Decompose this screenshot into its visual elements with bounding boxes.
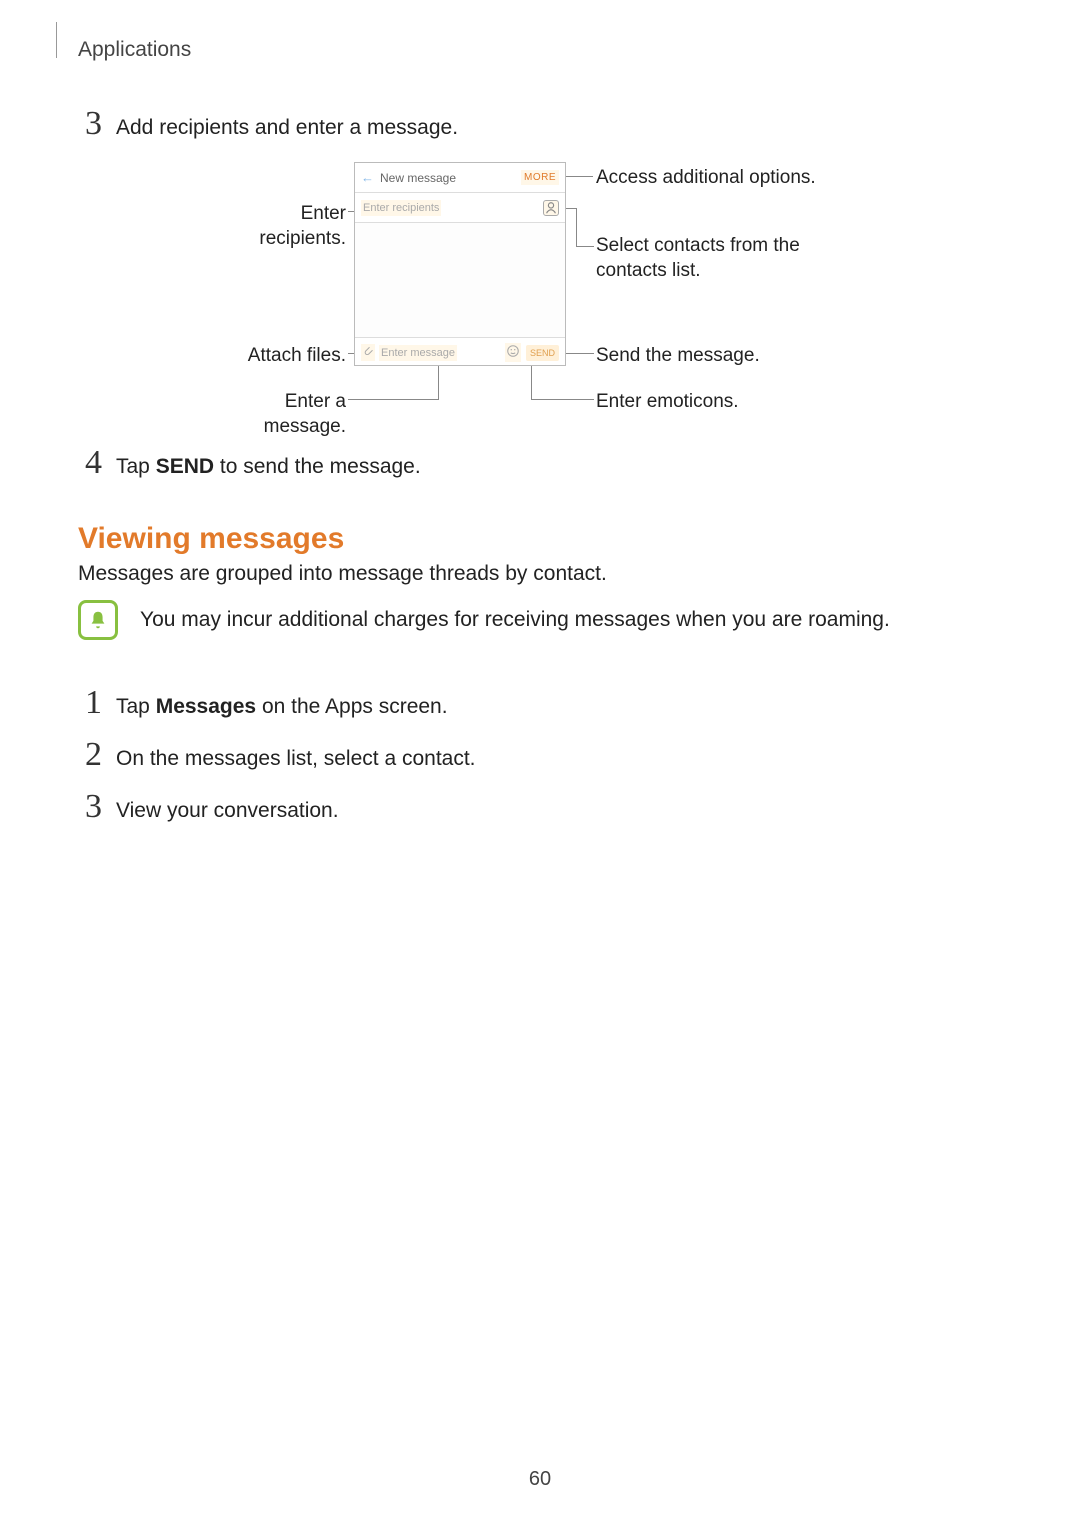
connector — [576, 246, 594, 247]
connector — [564, 353, 594, 354]
heading-viewing-messages: Viewing messages — [78, 522, 344, 556]
message-diagram: Enter recipients. Attach files. Enter a … — [208, 158, 928, 418]
step-number: 3 — [72, 105, 102, 143]
input-row: Enter message SEND — [355, 337, 565, 367]
connector — [348, 399, 438, 400]
callout-select-contacts: Select contacts from the contacts list. — [596, 234, 846, 283]
contacts-icon — [543, 200, 559, 216]
step-number: 4 — [72, 444, 102, 482]
send-button: SEND — [526, 345, 559, 361]
step-3: 3 Add recipients and enter a message. — [72, 105, 458, 143]
recipients-placeholder: Enter recipients — [361, 200, 441, 216]
section-label: Applications — [78, 38, 191, 62]
callout-send-message: Send the message. — [596, 344, 760, 369]
callout-emoticons: Enter emoticons. — [596, 390, 739, 415]
connector — [566, 208, 576, 209]
side-rule — [56, 22, 57, 58]
step-text: View your conversation. — [116, 799, 339, 823]
connector — [438, 366, 439, 400]
step-text: Tap Messages on the Apps screen. — [116, 695, 448, 719]
notice-text: You may incur additional charges for rec… — [140, 608, 890, 632]
text: on the Apps screen. — [256, 695, 447, 718]
recipients-row: Enter recipients — [355, 193, 565, 223]
step-text: Add recipients and enter a message. — [116, 116, 458, 140]
callout-attach-files: Attach files. — [240, 344, 346, 369]
phone-header: ← New message MORE — [355, 163, 565, 193]
callout-enter-message: Enter a message. — [208, 390, 346, 439]
page-number: 60 — [0, 1468, 1080, 1491]
connector — [531, 366, 532, 400]
bell-icon — [78, 600, 118, 640]
text: Tap — [116, 455, 156, 478]
text: Tap — [116, 695, 156, 718]
step-v2: 2 On the messages list, select a contact… — [72, 736, 476, 774]
step-number: 2 — [72, 736, 102, 774]
step-v3: 3 View your conversation. — [72, 788, 339, 826]
attach-icon — [361, 344, 375, 361]
step-number: 1 — [72, 684, 102, 722]
step-number: 3 — [72, 788, 102, 826]
connector — [576, 208, 577, 246]
message-body — [355, 223, 565, 337]
phone-mockup: ← New message MORE Enter recipients Ente… — [354, 162, 566, 366]
callout-more-options: Access additional options. — [596, 166, 816, 191]
notice-block: You may incur additional charges for rec… — [78, 600, 890, 640]
bold-text: SEND — [156, 455, 214, 478]
step-v1: 1 Tap Messages on the Apps screen. — [72, 684, 448, 722]
emoticon-icon — [505, 343, 521, 362]
text: to send the message. — [214, 455, 421, 478]
step-text: On the messages list, select a contact. — [116, 747, 476, 771]
step-4: 4 Tap SEND to send the message. — [72, 444, 421, 482]
phone-title: New message — [380, 171, 456, 185]
more-button: MORE — [521, 170, 559, 185]
back-arrow-icon: ← — [361, 170, 374, 185]
bold-text: Messages — [156, 695, 256, 718]
connector — [531, 399, 594, 400]
enter-message-placeholder: Enter message — [379, 345, 457, 361]
step-text: Tap SEND to send the message. — [116, 455, 421, 479]
paragraph: Messages are grouped into message thread… — [78, 562, 607, 586]
callout-enter-recipients: Enter recipients. — [216, 202, 346, 251]
